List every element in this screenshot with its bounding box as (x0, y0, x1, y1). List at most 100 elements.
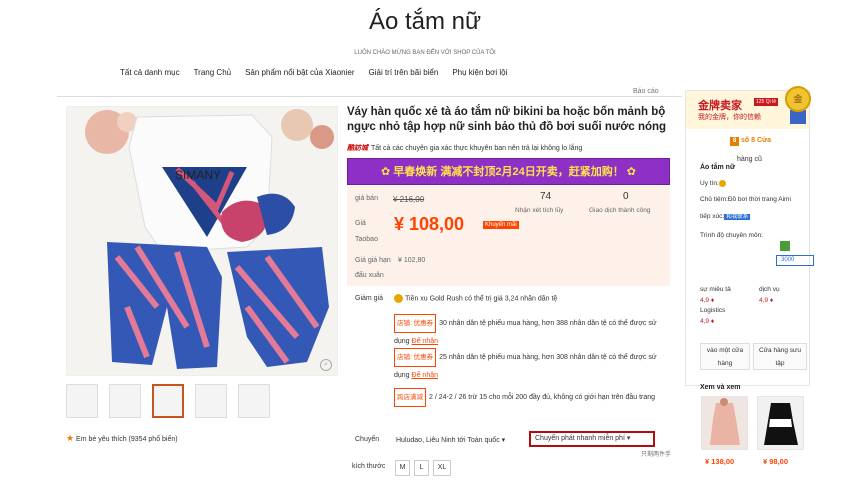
size-option-l[interactable]: L (414, 460, 429, 476)
product-title: Váy hàn quốc xẻ tà áo tắm nữ bikini ba h… (347, 106, 667, 133)
shipping-destination-select[interactable]: Huludao, Liêu Ninh tới Toàn quốc ▾ (396, 436, 505, 444)
seller-trust-label: Uy tín: (700, 180, 719, 188)
contact-seller-button[interactable]: 和我联系 (724, 214, 751, 220)
favorites-link[interactable]: ★ Em bé yêu thích (9354 phổ biến) (66, 433, 178, 444)
score-service-label: dịch vụ (759, 286, 780, 293)
limit-price-label-2: đấu xuân (355, 272, 384, 279)
svg-text:SIMANY: SIMANY (175, 168, 221, 182)
product-page: Áo tắm nữ LUÔN CHÀO MỪNG BẠN ĐẾN VỚI SHO… (0, 0, 850, 485)
rank-badge: 125 Qi lê (754, 98, 779, 106)
gold-medal-icon: 金 (785, 86, 811, 112)
visit-store-button[interactable]: vào một cửa hàng (700, 343, 750, 370)
coupon-text: 2 / 24-2 / 26 trừ 15 cho mỗi 200 đầy đủ,… (429, 394, 656, 401)
flower-icon: ✿ (623, 166, 636, 178)
store-count: số 8 Cửa (741, 137, 771, 144)
current-price: ¥ 108,00 (394, 214, 465, 234)
price-label: giá bán (355, 195, 378, 202)
seller-trust: Uy tín: (700, 180, 728, 187)
store-subtitle: hàng cũ (737, 156, 762, 163)
promo-price-badge: Khuyến mãi (483, 221, 519, 229)
collect-store-button[interactable]: Cửa hàng sưu tập (753, 343, 807, 370)
size-label: kích thước (352, 463, 386, 470)
recommended-item-price: ¥ 98,00 (763, 457, 789, 466)
promo-banner-text: 早春焕新 满减不封顶2月24日开卖，赶紧加购！ (393, 166, 624, 178)
score-service-value: 4,9 ♦ (759, 297, 773, 304)
coin-icon (394, 294, 403, 303)
score-value: 4,9 ♦ (759, 297, 774, 304)
thumbnail[interactable] (238, 384, 270, 418)
recommended-item-image[interactable] (757, 396, 804, 450)
zoom-icon[interactable]: ⌕ (320, 359, 332, 371)
limit-price-label: Giá giá hạn (355, 257, 391, 264)
shop-subtitle: LUÔN CHÀO MỪNG BẠN ĐẾN VỚI SHOP CỦA TÔI (354, 50, 496, 56)
original-price: ¥ 216,00 (393, 195, 425, 204)
nav-beach[interactable]: Giải trí trên bãi biển (369, 68, 439, 77)
seal-brand: 酷訪城 (347, 145, 368, 152)
taobao-price-label-2: Taobao (355, 236, 378, 243)
review-count-label: Nhận xét tích lũy (515, 207, 564, 214)
transaction-count-label: Giao dịch thành công (589, 207, 651, 214)
coupon-row: 店铺: 优惠券 30 nhân dân tệ phiếu mua hàng, hơ… (394, 314, 674, 350)
coupon-tag: 跨店满减 (394, 388, 426, 407)
seller-name[interactable]: Áo tắm nữ (700, 164, 735, 171)
thumbnail[interactable] (66, 384, 98, 418)
seal-text: Tất cả các chuyên gia xác thực khuyên ba… (371, 145, 583, 152)
divider (57, 96, 682, 97)
gold-seller-title: 金牌卖家 (698, 100, 742, 112)
thumbnail-selected[interactable] (152, 384, 184, 418)
report-link[interactable]: Báo cáo (633, 88, 659, 95)
star-icon: ★ (66, 433, 75, 443)
size-option-m[interactable]: M (395, 460, 410, 476)
coupon-tag: 店铺: 优惠券 (394, 348, 437, 367)
score-description-label: sự miêu tả (700, 286, 731, 293)
flower-icon: ✿ (381, 166, 394, 178)
contact-label: tiếp xúc: (700, 213, 725, 220)
nav-home[interactable]: Trang Chủ (194, 68, 232, 77)
gold-rush-row: Tiền xu Gold Rush có thể trị giá 3,24 nh… (394, 294, 557, 303)
nav-swim-accessories[interactable]: Phụ kiện bơi lội (452, 68, 507, 77)
level-icon (780, 241, 790, 251)
coupon-claim-link[interactable]: Để nhận (412, 338, 438, 345)
nav-featured[interactable]: Sản phẩm nổi bật của Xiaonier (245, 68, 354, 77)
coupon-row: 跨店满减 2 / 24-2 / 26 trừ 15 cho mỗi 200 đầy… (394, 388, 674, 407)
seller-shop-owner: Chủ tiệm:Đồ bơi thời trang Aimi (700, 196, 791, 203)
limit-price: ¥ 102,80 (398, 257, 426, 264)
gold-seller-subtitle: 我的金牌，你的信赖 (698, 114, 761, 121)
recommended-item-image[interactable] (701, 396, 748, 450)
gold-rush-text: Tiền xu Gold Rush có thể trị giá 3,24 nh… (405, 295, 558, 303)
shop-title: Áo tắm nữ (368, 8, 482, 35)
thumbnail[interactable] (109, 384, 141, 418)
store-badge: 8 số 8 Cửa (730, 137, 771, 146)
discount-label: Giảm giá (355, 295, 384, 302)
level-value: 3000 (776, 255, 814, 266)
main-product-image[interactable]: SIMANY (66, 106, 338, 376)
stock-note: 只剩两件手 (641, 452, 672, 458)
top-nav: Tất cả danh mục Trang Chủ Sản phẩm nổi b… (120, 68, 507, 77)
promo-banner[interactable]: ✿ 早春焕新 满减不封顶2月24日开卖，赶紧加购！ ✿ (347, 158, 670, 185)
score-logistics-label: Logistics (700, 307, 726, 314)
store-icon: 8 (730, 137, 739, 146)
shipping-method-select[interactable]: Chuyển phát nhanh miễn phí ▾ (529, 431, 655, 447)
taobao-price-label: Giá (355, 220, 366, 227)
nav-all-categories[interactable]: Tất cả danh mục (120, 68, 180, 77)
score-description-value: 4,9 ♦ (700, 297, 714, 304)
ribbon-icon (790, 110, 806, 124)
review-count: 74 (540, 191, 552, 202)
recommended-item-price: ¥ 138,00 (705, 457, 735, 466)
seal-line: 酷訪城 Tất cả các chuyên gia xác thực khuyên… (347, 143, 582, 153)
score-logistics-value: 4,9 ♦ (700, 318, 714, 325)
thumbnail[interactable] (195, 384, 227, 418)
see-also-heading: Xem và xem (700, 384, 741, 391)
favorites-text: Em bé yêu thích (9354 phổ biến) (76, 436, 178, 443)
score-value: 4,9 ♦ (700, 297, 715, 304)
size-option-xl[interactable]: XL (433, 460, 451, 476)
shipping-label: Chuyển (355, 436, 380, 443)
score-value: 4,9 ♦ (700, 318, 715, 325)
transaction-count: 0 (623, 191, 629, 202)
coupon-tag: 店铺: 优惠券 (394, 314, 437, 333)
coupon-claim-link[interactable]: Để nhận (412, 372, 438, 379)
heart-icon (718, 180, 726, 187)
seller-contact: tiếp xúc: 和我联系 (700, 212, 751, 220)
seller-level-label: Trình độ chuyên môn: (700, 232, 763, 239)
coupon-row: 店铺: 优惠券 25 nhân dân tệ phiếu mua hàng, hơ… (394, 348, 674, 384)
